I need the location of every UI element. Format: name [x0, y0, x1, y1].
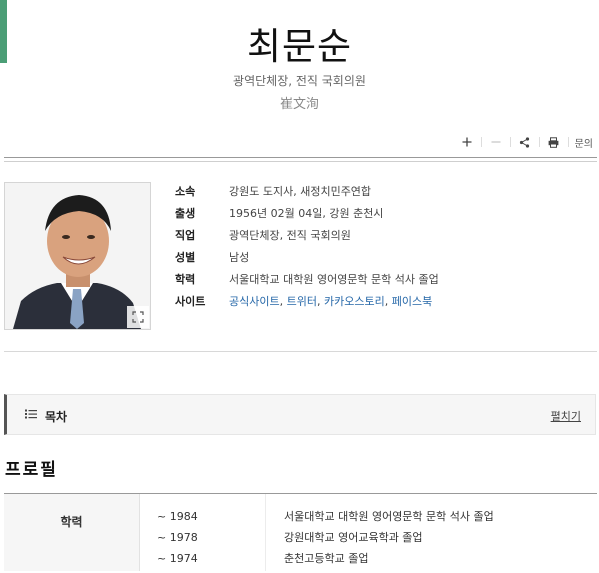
profile-table: 학력 ~ 1984 ~ 1978 ~ 1974 서울대학교 대학원 영어영문학 …	[4, 494, 597, 571]
twitter-link[interactable]: 트위터	[287, 295, 317, 308]
profile-detail: 춘천고등학교 졸업	[284, 552, 369, 565]
info-row-sites: 사이트 공식사이트, 트위터, 카카오스토리, 페이스북	[175, 290, 439, 312]
toc-expand-link[interactable]: 펼치기	[551, 408, 581, 424]
list-icon	[25, 409, 37, 419]
info-row-occupation: 직업 광역단체장, 전직 국회의원	[175, 224, 439, 246]
toolbar-divider	[567, 137, 569, 147]
profile-year: ~ 1974	[157, 552, 198, 565]
toolbar-divider	[538, 137, 540, 147]
hanja-name: 崔文洵	[279, 97, 319, 112]
info-value: 광역단체장, 전직 국회의원	[229, 229, 351, 242]
toolbar-divider	[509, 137, 511, 147]
print-icon	[548, 136, 559, 148]
share-icon	[519, 136, 530, 148]
info-row-birth: 출생 1956년 02월 04일, 강원 춘천시	[175, 202, 439, 224]
comma-separator: ,	[316, 295, 324, 308]
profile-column-divider	[265, 494, 266, 571]
info-key: 직업	[175, 229, 196, 242]
info-row-education: 학력 서울대학교 대학원 영어영문학 문학 석사 졸업	[175, 268, 439, 290]
info-value: 서울대학교 대학원 영어영문학 문학 석사 졸업	[229, 273, 439, 286]
font-increase-button[interactable]	[457, 134, 477, 150]
info-key: 학력	[175, 273, 196, 286]
profile-detail: 서울대학교 대학원 영어영문학 문학 석사 졸업	[284, 510, 494, 523]
report-button[interactable]: 문의	[575, 135, 593, 150]
site-links: 공식사이트, 트위터, 카카오스토리, 페이스북	[229, 293, 432, 309]
info-value: 1956년 02월 04일, 강원 춘천시	[229, 207, 384, 220]
expand-photo-button[interactable]	[127, 306, 149, 328]
profile-detail: 강원대학교 영어교육학과 졸업	[284, 531, 423, 544]
info-key: 성별	[175, 251, 196, 264]
info-value: 강원도 도지사, 새정치민주연합	[229, 185, 372, 198]
profile-year: ~ 1978	[157, 531, 198, 544]
kakaostory-link[interactable]: 카카오스토리	[324, 295, 385, 308]
facebook-link[interactable]: 페이스북	[392, 295, 432, 308]
info-key: 소속	[175, 185, 196, 198]
minus-icon	[491, 141, 501, 143]
info-value: 남성	[229, 251, 250, 264]
comma-separator: ,	[384, 295, 392, 308]
toolbar-divider	[480, 137, 482, 147]
expand-icon	[132, 311, 144, 323]
profile-category-cell: 학력	[4, 494, 140, 571]
profile-details: 서울대학교 대학원 영어영문학 문학 석사 졸업 강원대학교 영어교육학과 졸업…	[284, 510, 494, 573]
profile-photo[interactable]	[4, 182, 151, 330]
info-row-gender: 성별 남성	[175, 246, 439, 268]
official-site-link[interactable]: 공식사이트	[229, 295, 280, 308]
comma-separator: ,	[279, 295, 287, 308]
table-of-contents: 목차 펼치기	[4, 394, 596, 435]
header-divider	[4, 157, 597, 162]
profile-year: ~ 1984	[157, 510, 198, 523]
print-button[interactable]	[544, 134, 564, 150]
toolbar: 문의	[457, 134, 593, 150]
toc-title: 목차	[45, 410, 68, 424]
section-title-profile: 프로필	[5, 460, 58, 480]
page-subtitle: 광역단체장, 전직 국회의원	[233, 74, 366, 88]
profile-category: 학력	[60, 515, 83, 529]
infobox: 소속 강원도 도지사, 새정치민주연합 출생 1956년 02월 04일, 강원…	[175, 180, 439, 312]
info-row-affiliation: 소속 강원도 도지사, 새정치민주연합	[175, 180, 439, 202]
plus-icon	[462, 137, 472, 147]
share-button[interactable]	[515, 134, 535, 150]
infobox-divider	[4, 351, 597, 352]
font-decrease-button[interactable]	[486, 134, 506, 150]
info-key: 사이트	[175, 295, 206, 308]
profile-years: ~ 1984 ~ 1978 ~ 1974	[157, 510, 198, 573]
info-key: 출생	[175, 207, 196, 220]
page-title: 최문순	[246, 25, 353, 68]
